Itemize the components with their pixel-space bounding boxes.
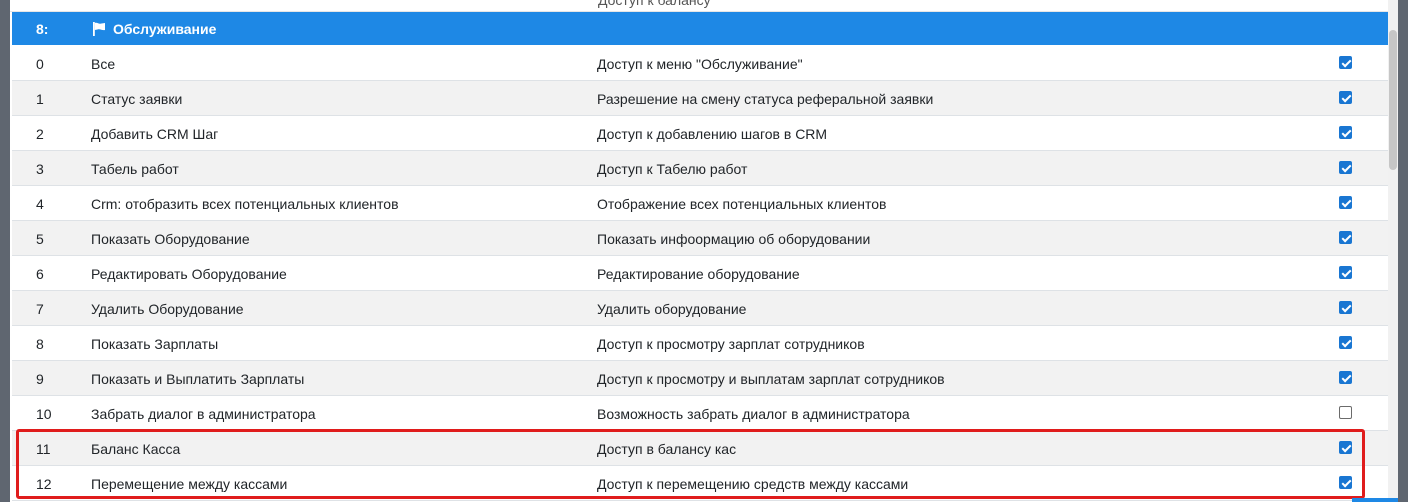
permission-checkbox[interactable] (1339, 231, 1352, 244)
permission-description: Доступ к меню "Обслуживание" (597, 56, 803, 72)
permission-description: Разрешение на смену статуса реферальной … (597, 91, 934, 107)
permission-name: Редактировать Оборудование (91, 266, 287, 282)
permission-checkbox[interactable] (1339, 476, 1352, 489)
flag-icon (93, 22, 105, 36)
permission-name: Забрать диалог в администратора (91, 406, 316, 422)
permission-description: Доступ к просмотру и выплатам зарплат со… (597, 371, 945, 387)
table-row: 0 Все Доступ к меню "Обслуживание" (12, 46, 1398, 81)
permissions-table: 0 Все Доступ к меню "Обслуживание" 1 Статус … (12, 46, 1398, 501)
permission-checkbox[interactable] (1339, 301, 1352, 314)
permission-checkbox[interactable] (1339, 56, 1352, 69)
row-number: 0 (36, 56, 44, 72)
table-row: 9 Показать и Выплатить Зарплаты Доступ к п… (12, 361, 1398, 396)
permission-description: Доступ в балансу кас (597, 441, 737, 457)
table-row: 10 Забрать диалог в администратора Возможн… (12, 396, 1398, 431)
scrollbar[interactable] (1388, 0, 1398, 502)
row-number: 5 (36, 231, 44, 247)
row-number: 7 (36, 301, 44, 317)
permission-name: Добавить CRM Шаг (91, 126, 219, 142)
group-title: Обслуживание (113, 21, 217, 37)
permission-checkbox[interactable] (1339, 441, 1352, 454)
table-row: 6 Редактировать Оборудование Редактировани… (12, 256, 1398, 291)
group-number: 8: (36, 21, 49, 37)
permission-checkbox[interactable] (1339, 161, 1352, 174)
previous-row-text: Доступ к балансу (598, 0, 711, 8)
permission-checkbox[interactable] (1339, 91, 1352, 104)
table-row: 3 Табель работ Доступ к Табелю работ (12, 151, 1398, 186)
permission-name: Табель работ (91, 161, 179, 177)
permission-name: Показать Оборудование (91, 231, 250, 247)
row-number: 2 (36, 126, 44, 142)
permission-description: Доступ к перемещению средств между касса… (597, 476, 909, 492)
row-number: 3 (36, 161, 44, 177)
row-number: 6 (36, 266, 44, 282)
permission-name: Crm: отобразить всех потенциальных клиен… (91, 196, 399, 212)
permission-checkbox[interactable] (1339, 336, 1352, 349)
permission-description: Показать инфоормацию об оборудовании (597, 231, 871, 247)
permission-name: Показать и Выплатить Зарплаты (91, 371, 305, 387)
permission-checkbox[interactable] (1339, 406, 1352, 419)
permission-name: Статус заявки (91, 91, 183, 107)
previous-row-remnant: Доступ к балансу (10, 0, 1398, 12)
table-row: 8 Показать Зарплаты Доступ к просмотру зар… (12, 326, 1398, 361)
group-header-maintenance: 8: Обслуживание (12, 12, 1398, 45)
row-number: 10 (36, 406, 52, 422)
bottom-accent-bar (1352, 498, 1398, 502)
row-number: 9 (36, 371, 44, 387)
row-number: 4 (36, 196, 44, 212)
permission-name: Удалить Оборудование (91, 301, 244, 317)
permission-description: Удалить оборудование (597, 301, 747, 317)
table-row: 5 Показать Оборудование Показать инфоормац… (12, 221, 1398, 256)
permission-name: Все (91, 56, 116, 72)
permission-name: Показать Зарплаты (91, 336, 219, 352)
permission-checkbox[interactable] (1339, 196, 1352, 209)
table-row: 12 Перемещение между кассами Доступ к пере… (12, 466, 1398, 501)
permission-description: Отображение всех потенциальных клиентов (597, 196, 887, 212)
permission-description: Доступ к Табелю работ (597, 161, 748, 177)
table-row: 1 Статус заявки Разрешение на смену статус… (12, 81, 1398, 116)
permission-checkbox[interactable] (1339, 371, 1352, 384)
scrollbar-thumb[interactable] (1389, 30, 1397, 170)
permission-description: Доступ к просмотру зарплат сотрудников (597, 336, 865, 352)
table-row: 2 Добавить CRM Шаг Доступ к добавлению шаг… (12, 116, 1398, 151)
permission-description: Доступ к добавлению шагов в CRM (597, 126, 828, 142)
permission-checkbox[interactable] (1339, 126, 1352, 139)
permission-checkbox[interactable] (1339, 266, 1352, 279)
table-row: 4 Crm: отобразить всех потенциальных клие… (12, 186, 1398, 221)
permissions-panel: Доступ к балансу 8: Обслуживание 0 Все Дос… (10, 0, 1398, 502)
permission-name: Баланс Касса (91, 441, 181, 457)
permission-description: Редактирование оборудование (597, 266, 800, 282)
table-row: 11 Баланс Касса Доступ в балансу кас (12, 431, 1398, 466)
row-number: 11 (36, 441, 51, 457)
permission-name: Перемещение между кассами (91, 476, 288, 492)
row-number: 8 (36, 336, 44, 352)
table-row: 7 Удалить Оборудование Удалить оборудовани… (12, 291, 1398, 326)
row-number: 1 (36, 91, 44, 107)
permission-description: Возможность забрать диалог в администрат… (597, 406, 910, 422)
row-number: 12 (36, 476, 52, 492)
